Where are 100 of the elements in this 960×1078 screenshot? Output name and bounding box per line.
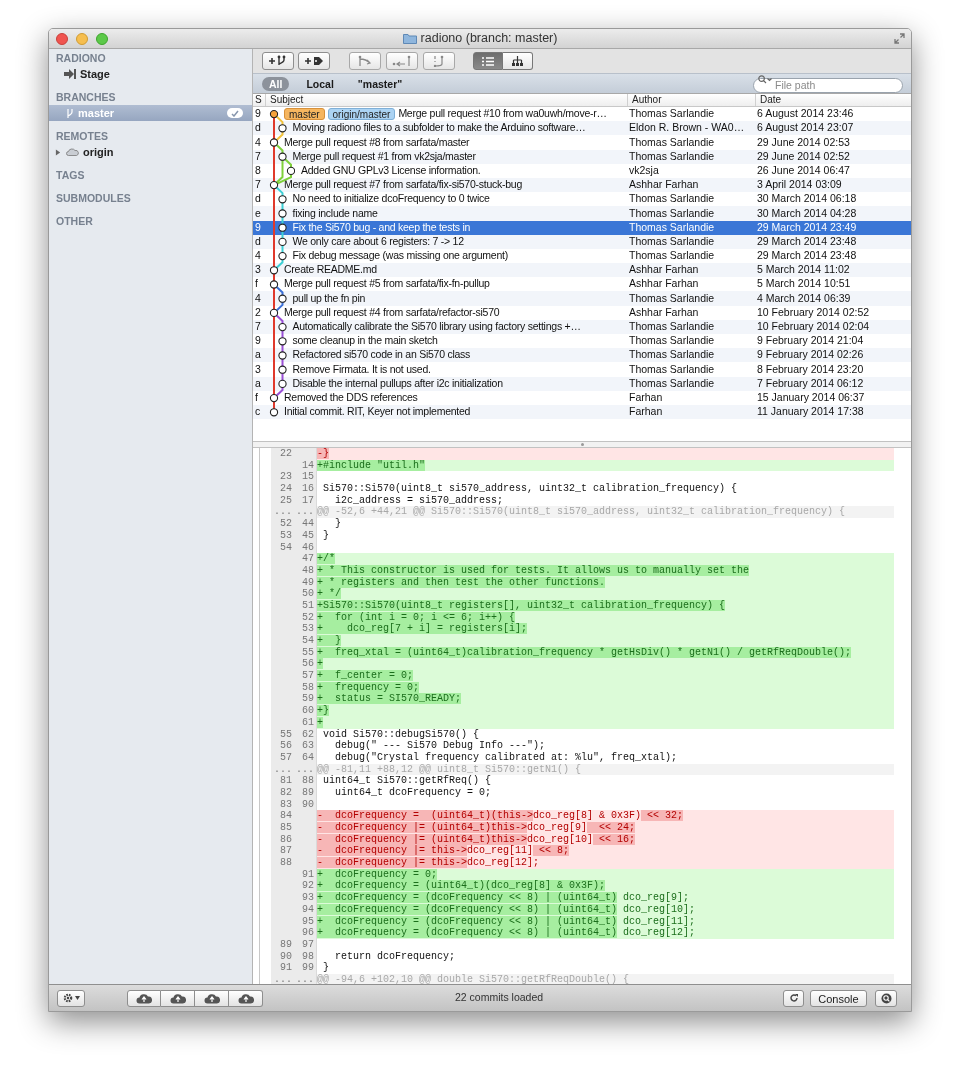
line-number: 52 <box>271 518 294 530</box>
commit-hash: 9 <box>254 333 262 349</box>
code-line: - dcoFrequency |= this->dco_reg[11] << 8; <box>317 845 570 857</box>
toolbar-button[interactable] <box>127 989 161 1007</box>
commit-row[interactable]: e fixing include name Thomas Sarlandie 30 March 2014 04:28 <box>253 206 911 221</box>
line-number: 53 <box>294 623 317 635</box>
commit-subject: Added GNU GPLv3 License information. <box>301 162 481 178</box>
status-text: 22 commits loaded <box>455 990 544 1006</box>
commit-hash: 9 <box>254 219 262 235</box>
author-name: Farhan <box>628 389 664 405</box>
column-header[interactable]: S <box>253 94 265 106</box>
line-number: 63 <box>294 740 317 752</box>
commit-subject: Merge pull request #1 from vk2sja/master <box>292 148 476 164</box>
commit-date: 3 April 2014 03:09 <box>756 177 842 193</box>
caret-icon <box>74 996 80 1000</box>
add-tag-icon <box>304 55 324 67</box>
commit-subject: Disable the internal pullups after i2c initialization <box>292 375 503 391</box>
line-number: 59 <box>294 693 317 706</box>
console-button[interactable]: Console <box>810 989 867 1007</box>
line-number: 44 <box>294 518 317 530</box>
author-name: Ashhar Farhan <box>628 304 700 320</box>
commit-date: 29 March 2014 23:48 <box>756 248 857 264</box>
line-number: 24 <box>271 483 294 495</box>
author-name: Ashhar Farhan <box>628 177 700 193</box>
toolbar-button[interactable] <box>262 52 294 70</box>
commit-row[interactable]: 3 Create README.md Ashhar Farhan 5 March 2014 11:02 <box>253 263 911 278</box>
column-header[interactable]: Subject <box>265 94 627 106</box>
line-number: 60 <box>294 705 317 717</box>
settings-button[interactable] <box>57 989 85 1007</box>
code-line: } <box>322 962 329 974</box>
commit-subject: No need to initialize dcoFrequency to 0 twice <box>292 191 490 207</box>
line-number: 84 <box>271 810 294 822</box>
line-number: 57 <box>294 670 317 682</box>
commit-row[interactable]: d Moving radiono files to a subfolder to make the Arduino software… Eldon R. Brown - WA0… 6 August 2014 23:07 <box>253 121 911 136</box>
commit-row[interactable]: 4 pull up the fn pin Thomas Sarlandie 4 March 2014 06:39 <box>253 291 911 306</box>
hierarchy-icon <box>512 56 523 66</box>
filter-tab[interactable]: Local <box>299 76 341 91</box>
code-line: + dcoFrequency = (dcoFrequency << 8) | (uint64_t) dco_reg[9]; <box>317 892 690 904</box>
refresh-button[interactable] <box>783 989 804 1007</box>
fullscreen-icon[interactable] <box>894 33 905 44</box>
toolbar-button[interactable] <box>229 989 263 1007</box>
commit-row[interactable]: a Refactored si570 code in an Si570 class Thomas Sarlandie 9 February 2014 02:26 <box>253 348 911 363</box>
toolbar-button[interactable] <box>195 989 229 1007</box>
view-toggle[interactable] <box>473 52 503 70</box>
sidebar-label: origin <box>83 144 114 160</box>
commit-date: 26 June 2014 06:47 <box>756 162 850 178</box>
commit-date: 5 March 2014 10:51 <box>756 276 851 292</box>
filter-tab[interactable]: "master" <box>350 76 410 91</box>
commit-subject: Remove Firmata. It is not used. <box>292 361 431 377</box>
search-icon <box>758 74 772 84</box>
refresh-icon <box>788 993 799 1003</box>
commit-date: 29 March 2014 23:48 <box>756 233 857 249</box>
commit-subject: some cleanup in the main sketch <box>292 333 438 349</box>
author-name: Ashhar Farhan <box>628 276 700 292</box>
commit-subject: Merge pull request #10 from wa0uwh/move-r… <box>398 106 607 122</box>
commit-subject: Merge pull request #4 from sarfata/refactor-si570 <box>284 304 500 320</box>
sidebar-item[interactable]: Stage <box>49 66 252 82</box>
line-number: 92 <box>294 880 317 893</box>
author-name: Thomas Sarlandie <box>628 333 716 349</box>
author-name: Thomas Sarlandie <box>628 191 716 207</box>
line-number: 85 <box>271 822 294 834</box>
search-field[interactable]: File path <box>753 77 903 93</box>
search-button[interactable] <box>875 989 897 1007</box>
toolbar-button[interactable] <box>161 989 195 1007</box>
code-line: - dcoFrequency |= this->dco_reg[12]; <box>317 857 540 869</box>
section-header: TAGS <box>55 168 86 183</box>
commit-subject: pull up the fn pin <box>292 290 366 306</box>
folder-icon <box>402 33 417 44</box>
commit-date: 9 February 2014 21:04 <box>756 333 864 349</box>
disclosure-triangle[interactable] <box>55 148 61 156</box>
view-toggle[interactable] <box>503 52 533 70</box>
code-line: } <box>322 529 329 542</box>
code-line: + dcoFrequency = (dcoFrequency << 8) | (uint64_t) dco_reg[12]; <box>317 927 696 939</box>
author-name: Thomas Sarlandie <box>628 148 716 164</box>
code-line: uint64_t dcoFrequency = 0; <box>334 786 492 799</box>
code-line: return dcoFrequency; <box>334 950 456 963</box>
close-button[interactable] <box>56 33 68 45</box>
commit-date: 11 January 2014 17:38 <box>756 404 864 420</box>
commit-date: 29 March 2014 23:49 <box>756 219 857 235</box>
window-title: radiono (branch: master) <box>420 30 558 48</box>
column-header[interactable]: Date <box>755 94 911 106</box>
column-header[interactable]: Author <box>627 94 755 106</box>
commit-hash: 3 <box>254 262 262 278</box>
commit-date: 6 August 2014 23:46 <box>756 106 854 122</box>
author-name: Thomas Sarlandie <box>628 219 716 235</box>
line-number: 88 <box>271 857 294 869</box>
sidebar-label: master <box>78 105 115 121</box>
hunk-header: @@ -94,6 +102,10 @@ double Si570::getRfReqDouble() { <box>317 973 630 984</box>
line-number: 16 <box>294 483 317 495</box>
sidebar-item[interactable]: origin <box>49 144 252 160</box>
commit-subject: Automatically calibrate the Si570 library using factory settings +… <box>292 319 581 335</box>
author-name: Thomas Sarlandie <box>628 361 716 377</box>
commit-hash: f <box>254 389 259 405</box>
commit-subject: Refactored si570 code in an Si570 class <box>292 347 471 363</box>
code-line: - dcoFrequency |= (uint64_t)this->dco_reg[9] << 24; <box>317 822 636 834</box>
branch-label: master <box>284 108 325 121</box>
line-number: 81 <box>271 775 294 787</box>
toolbar-button[interactable] <box>298 52 330 70</box>
commit-subject: Removed the DDS references <box>284 389 418 405</box>
commit-hash: d <box>254 120 262 136</box>
